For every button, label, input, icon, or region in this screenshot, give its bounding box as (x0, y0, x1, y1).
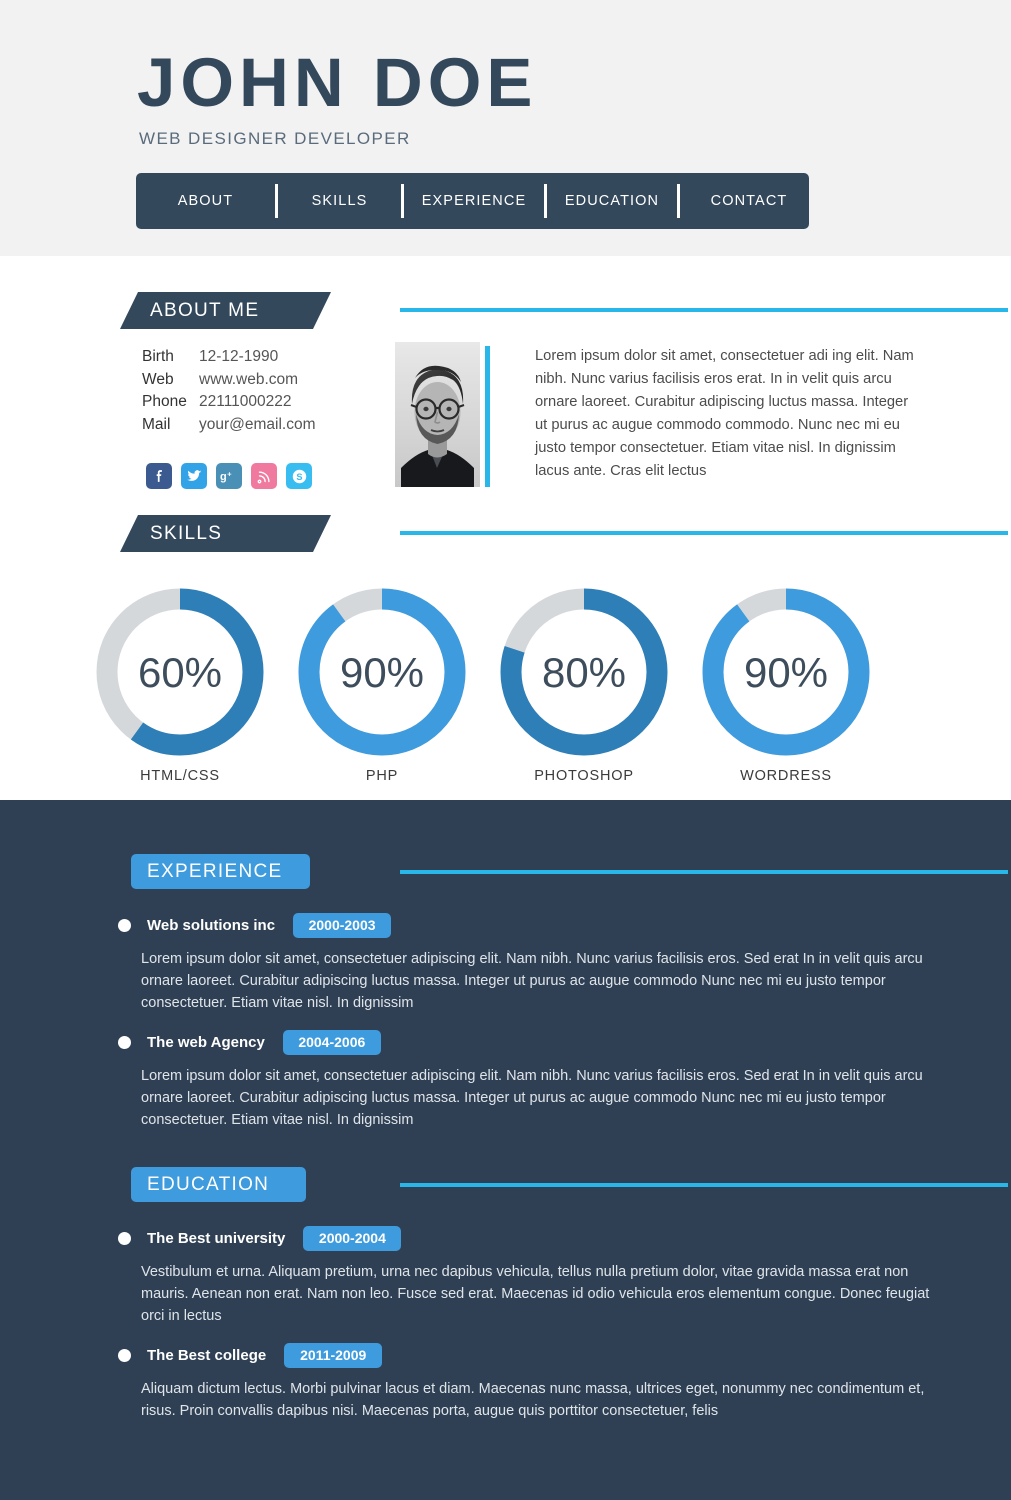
entry-organization: Web solutions inc (147, 916, 276, 934)
about-heading-rule (400, 308, 1008, 312)
google-plus-icon[interactable]: g + (216, 463, 242, 489)
entry-description: Vestibulum et urna. Aliquam pretium, urn… (141, 1264, 930, 1324)
skills-heading-rule (400, 531, 1008, 535)
info-value-phone: 22111000222 (199, 393, 292, 410)
info-value-mail[interactable]: your@email.com (199, 414, 316, 437)
entry-header: Web solutions inc 2000-2003 (118, 912, 968, 938)
entry-organization: The Best college (147, 1346, 267, 1364)
nav-item-contact[interactable]: CONTACT (680, 193, 818, 209)
entry-header: The Best college 2011-2009 (118, 1342, 968, 1368)
experience-heading-rule (400, 870, 1008, 874)
nav-item-skills[interactable]: SKILLS (278, 193, 401, 209)
skills-heading-label: SKILLS (150, 522, 223, 544)
info-label-phone: Phone (142, 393, 187, 410)
info-label-birth: Birth (142, 348, 174, 365)
resume-page: JOHN DOE WEB DESIGNER DEVELOPER ABOUT SK… (0, 0, 1011, 1500)
donut-value-0: 60% (138, 649, 222, 696)
entry-organization: The web Agency (147, 1033, 265, 1051)
experience-heading-label: EXPERIENCE (147, 860, 283, 882)
entry-date-badge: 2000-2004 (303, 1225, 402, 1251)
about-heading-label: ABOUT ME (150, 299, 260, 321)
education-entry: The Best college 2011-2009 Aliquam dictu… (118, 1342, 968, 1422)
about-bio-text: Lorem ipsum dolor sit amet, consectetuer… (535, 348, 914, 479)
rss-icon[interactable] (251, 463, 277, 489)
page-title: JOHN DOE (137, 44, 538, 121)
nav-item-experience[interactable]: EXPERIENCE (404, 193, 544, 209)
donut-chart-3: 90% (702, 588, 870, 756)
skills-chart-group: 60% HTML/CSS 90% PHP 80% PHOTOSHOP 90% W… (0, 588, 1011, 784)
contact-info-list: Birth 12-12-1990 Web www.web.com Phone 2… (142, 346, 316, 436)
skill-gauge-php: 90% PHP (281, 588, 483, 784)
donut-chart-0: 60% (96, 588, 264, 756)
donut-value-2: 80% (542, 649, 626, 696)
experience-entry: Web solutions inc 2000-2003 Lorem ipsum … (118, 912, 968, 1014)
main-navigation: ABOUT SKILLS EXPERIENCE EDUCATION CONTAC… (136, 173, 809, 229)
donut-chart-1: 90% (298, 588, 466, 756)
photo-accent-bar (485, 346, 490, 487)
nav-item-about[interactable]: ABOUT (136, 193, 275, 209)
bullet-icon (118, 1231, 131, 1245)
info-label-web: Web (142, 370, 174, 388)
social-links: g + S (146, 463, 312, 489)
info-row-phone: Phone 22111000222 (142, 391, 316, 414)
info-value-web[interactable]: www.web.com (199, 369, 298, 392)
bullet-icon (118, 918, 131, 932)
skill-gauge-photoshop: 80% PHOTOSHOP (483, 588, 685, 784)
about-section-heading: ABOUT ME (120, 292, 331, 329)
skill-gauge-html-css: 60% HTML/CSS (79, 588, 281, 784)
info-label-mail: Mail (142, 415, 171, 433)
donut-chart-2: 80% (500, 588, 668, 756)
entry-header: The web Agency 2004-2006 (118, 1029, 968, 1055)
entry-date-badge: 2011-2009 (284, 1342, 383, 1368)
bullet-icon (118, 1035, 131, 1049)
entry-header: The Best university 2000-2004 (118, 1225, 968, 1251)
bullet-icon (118, 1348, 131, 1362)
page-subtitle: WEB DESIGNER DEVELOPER (139, 129, 411, 148)
education-heading-rule (400, 1183, 1008, 1187)
twitter-icon[interactable] (181, 463, 207, 489)
entry-description: Lorem ipsum dolor sit amet, consectetuer… (141, 951, 923, 1011)
experience-entry: The web Agency 2004-2006 Lorem ipsum dol… (118, 1029, 968, 1131)
svg-text:S: S (296, 472, 302, 482)
nav-item-education[interactable]: EDUCATION (547, 193, 677, 209)
entry-description: Aliquam dictum lectus. Morbi pulvinar la… (141, 1381, 925, 1419)
svg-text:+: + (227, 470, 232, 479)
donut-label-3: WORDRESS (740, 768, 832, 784)
info-row-birth: Birth 12-12-1990 (142, 346, 316, 369)
donut-label-0: HTML/CSS (140, 768, 220, 784)
education-section-heading: EDUCATION (131, 1167, 306, 1202)
donut-value-1: 90% (340, 649, 424, 696)
profile-photo (395, 342, 480, 487)
entry-description: Lorem ipsum dolor sit amet, consectetuer… (141, 1068, 923, 1128)
experience-section-heading: EXPERIENCE (131, 854, 310, 889)
donut-label-1: PHP (365, 768, 399, 784)
info-row-web: Web www.web.com (142, 369, 316, 392)
skill-gauge-wordpress: 90% WORDRESS (685, 588, 887, 784)
skype-icon[interactable]: S (286, 463, 312, 489)
skills-section-heading: SKILLS (120, 515, 331, 552)
header: JOHN DOE WEB DESIGNER DEVELOPER ABOUT SK… (0, 0, 1011, 256)
donut-label-2: PHOTOSHOP (534, 768, 634, 784)
info-value-birth: 12-12-1990 (199, 348, 279, 365)
entry-organization: The Best university (147, 1229, 286, 1247)
donut-value-3: 90% (744, 649, 828, 696)
svg-text:g: g (220, 471, 227, 483)
education-heading-label: EDUCATION (147, 1173, 270, 1195)
entry-date-badge: 2004-2006 (282, 1029, 381, 1055)
entry-date-badge: 2000-2003 (293, 912, 392, 938)
info-row-mail: Mail your@email.com (142, 414, 316, 437)
education-entry: The Best university 2000-2004 Vestibulum… (118, 1225, 968, 1327)
facebook-icon[interactable] (146, 463, 172, 489)
